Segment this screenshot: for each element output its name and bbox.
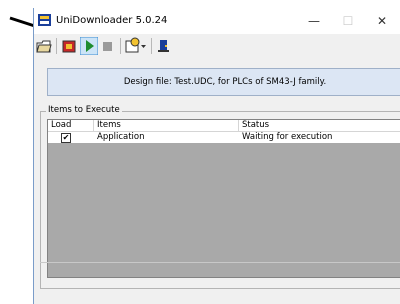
settings-dropdown-icon[interactable] — [125, 37, 147, 55]
download-icon[interactable] — [61, 37, 77, 55]
column-header-status[interactable]: Status — [239, 120, 400, 131]
load-cell: ✔ — [48, 132, 94, 143]
column-header-load[interactable]: Load — [48, 120, 94, 131]
divider — [40, 262, 400, 263]
toolbar — [34, 34, 400, 58]
items-list[interactable]: Load Items Status ✔ Application Waiting … — [47, 119, 400, 278]
table-row[interactable]: ✔ Application Waiting for execution — [48, 132, 400, 143]
window-title: UniDownloader 5.0.24 — [56, 15, 168, 26]
list-header: Load Items Status — [48, 120, 400, 132]
app-window: UniDownloader 5.0.24 — ☐ ✕ Design file: … — [33, 8, 400, 304]
toolbar-separator — [56, 38, 57, 54]
minimize-button[interactable]: — — [297, 11, 331, 31]
exit-icon[interactable] — [156, 37, 172, 55]
stop-icon[interactable] — [101, 37, 115, 55]
item-name: Application — [97, 132, 145, 142]
column-header-items[interactable]: Items — [94, 120, 239, 131]
title-bar[interactable]: UniDownloader 5.0.24 — ☐ ✕ — [34, 8, 400, 34]
load-checkbox[interactable]: ✔ — [61, 133, 71, 143]
design-file-banner: Design file: Test.UDC, for PLCs of SM43-… — [47, 68, 400, 96]
toolbar-separator — [151, 38, 152, 54]
play-icon[interactable] — [80, 37, 98, 55]
main-panel: Design file: Test.UDC, for PLCs of SM43-… — [34, 58, 400, 304]
close-button[interactable]: ✕ — [365, 11, 399, 31]
app-icon — [38, 14, 51, 26]
item-status: Waiting for execution — [242, 132, 333, 142]
group-label: Items to Execute — [46, 105, 122, 115]
open-folder-icon[interactable] — [36, 37, 52, 55]
maximize-button[interactable]: ☐ — [331, 11, 365, 31]
toolbar-separator — [120, 38, 121, 54]
